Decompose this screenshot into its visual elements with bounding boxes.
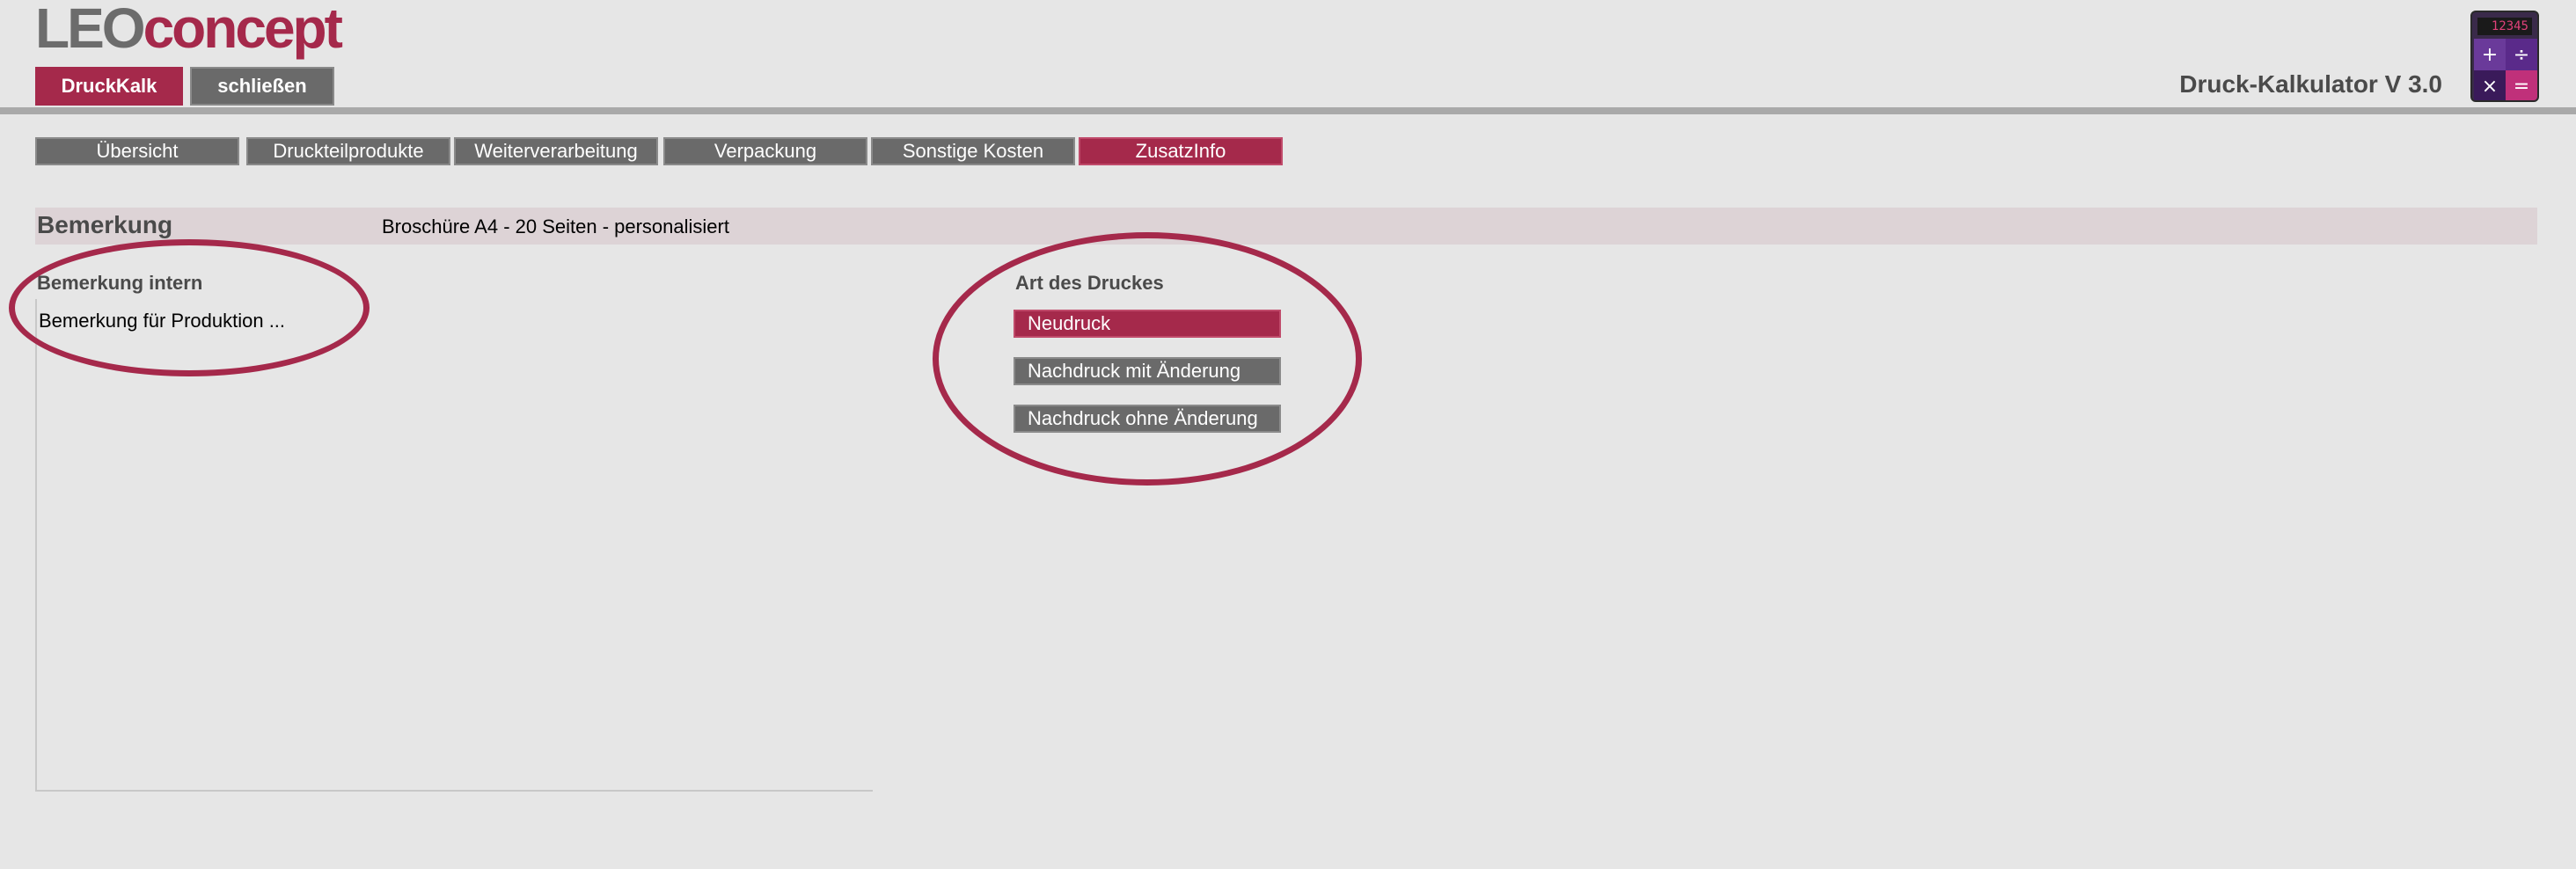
bemerkung-label: Bemerkung xyxy=(37,211,173,238)
logo-part-leo: LEO xyxy=(35,0,146,60)
art-des-druckes-label: Art des Druckes xyxy=(1015,272,1164,294)
option-nachdruck-ohne-aenderung[interactable]: Nachdruck ohne Änderung xyxy=(1014,405,1281,433)
bemerkung-intern-textarea[interactable]: Bemerkung für Produktion ... xyxy=(35,299,873,792)
tab-uebersicht[interactable]: Übersicht xyxy=(35,137,239,165)
calculator-display: 12345 xyxy=(2477,18,2532,35)
option-nachdruck-mit-aenderung[interactable]: Nachdruck mit Änderung xyxy=(1014,357,1281,385)
tab-zusatzinfo[interactable]: ZusatzInfo xyxy=(1079,137,1283,165)
tab-weiterverarbeitung[interactable]: Weiterverarbeitung xyxy=(454,137,658,165)
tab-sonstige-kosten[interactable]: Sonstige Kosten xyxy=(871,137,1075,165)
calculator-icon[interactable]: 12345 + ÷ × = xyxy=(2470,11,2539,102)
equals-key-icon: = xyxy=(2506,70,2537,100)
tab-verpackung[interactable]: Verpackung xyxy=(663,137,867,165)
bemerkung-field[interactable]: Broschüre A4 - 20 Seiten - personalisier… xyxy=(382,215,729,238)
multiply-key-icon: × xyxy=(2474,70,2506,100)
app-title: Druck-Kalkulator V 3.0 xyxy=(2179,70,2442,98)
logo-part-concept: concept xyxy=(143,0,343,60)
leoconcept-logo: LEOconcept xyxy=(35,0,343,56)
tab-druckteilprodukte[interactable]: Druckteilprodukte xyxy=(246,137,450,165)
druckkalk-button[interactable]: DruckKalk xyxy=(35,67,183,106)
bemerkung-intern-label: Bemerkung intern xyxy=(37,272,203,294)
divide-key-icon: ÷ xyxy=(2506,39,2537,70)
plus-key-icon: + xyxy=(2474,39,2506,70)
option-neudruck[interactable]: Neudruck xyxy=(1014,310,1281,338)
close-button[interactable]: schließen xyxy=(190,67,334,106)
header-divider xyxy=(0,107,2576,114)
